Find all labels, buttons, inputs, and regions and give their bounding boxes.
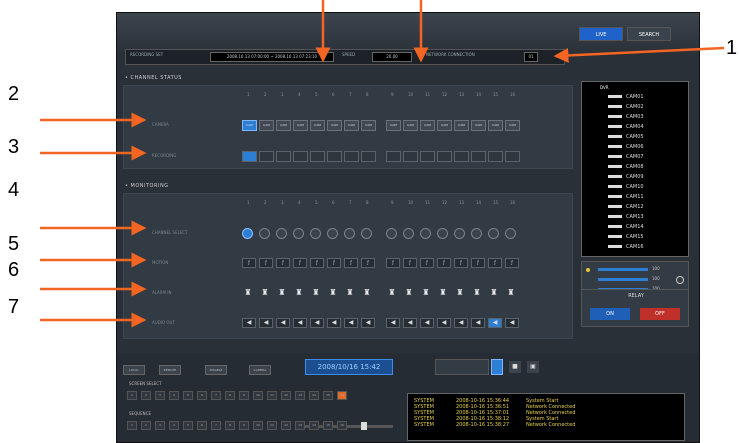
arrow-network-connection [553,46,725,63]
callout-arrows [40,0,725,328]
